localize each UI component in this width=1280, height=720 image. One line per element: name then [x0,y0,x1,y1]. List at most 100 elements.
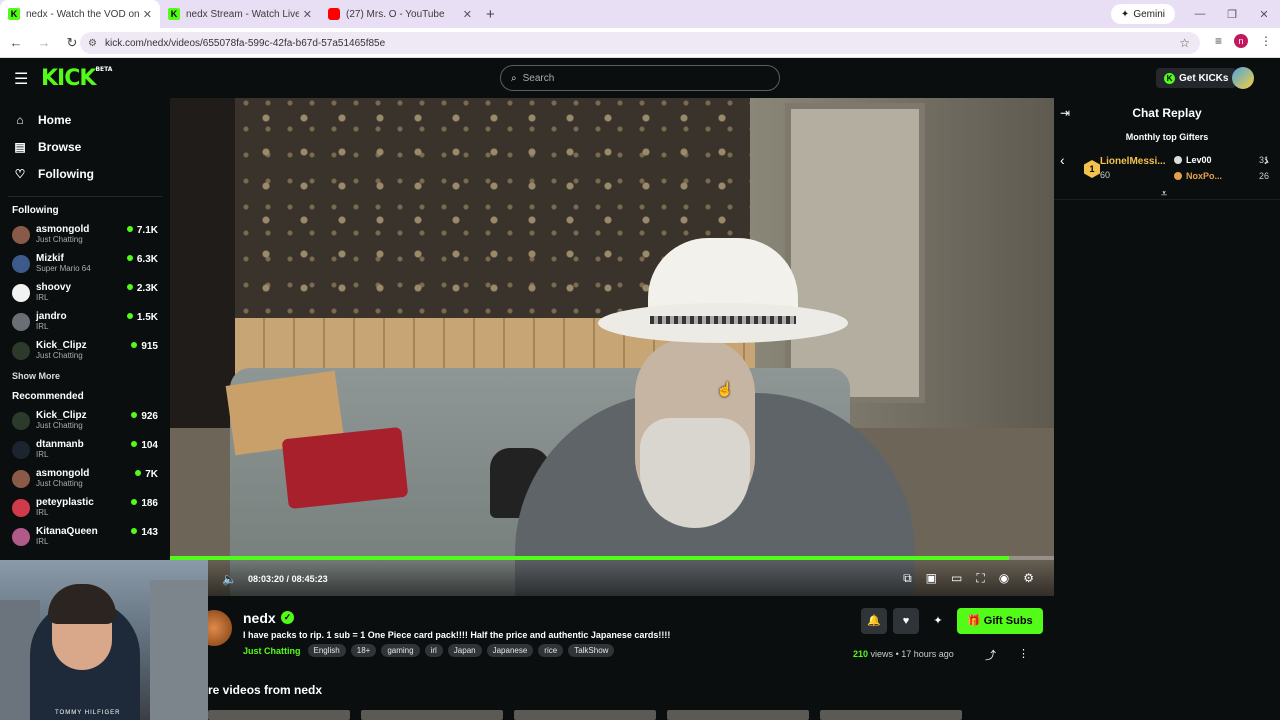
sidebar-nav-home[interactable]: ⌂ Home [0,106,170,133]
nav-label: Home [38,112,72,127]
forward-icon[interactable]: → [32,35,56,50]
close-icon[interactable]: ✕ [143,8,152,21]
sidebar-channel[interactable]: Kick_Clipz Just Chatting 915 [0,338,170,367]
logo-text: KICK [41,66,96,91]
video-thumbnail[interactable] [667,710,809,720]
close-window-icon[interactable]: ✕ [1248,8,1280,21]
sidebar-channel[interactable]: asmongold Just Chatting 7K [0,466,170,495]
channel-avatar [12,470,30,488]
channel-avatar [12,441,30,459]
gifter-name[interactable]: NoxPo... [1186,171,1222,181]
gemini-label: Gemini [1133,8,1165,20]
tag-pill[interactable]: Japan [447,644,482,657]
user-avatar[interactable] [1232,67,1254,89]
new-tab-button[interactable]: + [486,6,495,23]
channel-category: IRL [36,450,49,459]
minimize-icon[interactable]: — [1184,8,1216,20]
bookmark-star-icon[interactable]: ☆ [1179,36,1190,50]
close-icon[interactable]: ✕ [463,8,472,21]
tag-pill[interactable]: gaming [381,644,420,657]
sidebar-nav-browse[interactable]: ▤ Browse [0,133,170,160]
more-options-icon[interactable]: ⋮ [1018,647,1029,663]
sidebar-channel[interactable]: shoovy IRL 2.3K [0,280,170,309]
captions-icon[interactable]: ▭ [951,571,962,586]
views-info: 210 views • 17 hours ago [853,649,954,659]
viewer-count: 186 [131,498,158,509]
sidebar-channel[interactable]: Kick_Clipz Just Chatting 926 [0,408,170,437]
sidebar-channel[interactable]: asmongold Just Chatting 7.1K [0,222,170,251]
gift-subs-button[interactable]: 🎁 Gift Subs [957,608,1043,634]
channel-category: Just Chatting [36,421,83,430]
restore-icon[interactable]: ❐ [1216,8,1248,21]
autoplay-icon[interactable]: ◉ [999,571,1009,586]
video-player[interactable]: ☝ [170,98,1054,596]
recommended-section-title: Recommended [12,391,84,402]
tag-pill[interactable]: TalkShow [568,644,615,657]
sidebar-channel[interactable]: dtanmanb IRL 104 [0,437,170,466]
window-controls: — ❐ ✕ [1184,0,1280,28]
home-icon: ⌂ [16,112,24,127]
tag-pill[interactable]: Japanese [486,644,534,657]
site-info-icon[interactable]: ⚙ [88,38,97,49]
notification-bell-button[interactable]: 🔔 [861,608,887,634]
more-videos-thumbnails [208,710,962,720]
sparkle-button[interactable]: ✦ [925,608,951,634]
viewer-count: 7K [135,469,158,480]
menu-dots-icon[interactable]: ⋮ [1260,34,1272,48]
mini-player-icon[interactable]: ⧉ [903,571,912,586]
top-gifter-name[interactable]: LionelMessi... [1100,156,1166,167]
webcam-overlay: TOMMY HILFIGER [0,560,208,720]
media-control-icon[interactable]: ≡ [1215,34,1222,48]
video-thumbnail[interactable] [820,710,962,720]
tag-pill[interactable]: English [307,644,346,657]
tag-pill[interactable]: 18+ [350,644,377,657]
fullscreen-icon[interactable]: ⛶ [976,571,984,586]
sidebar-channel[interactable]: peteyplastic IRL 186 [0,495,170,524]
meta-actions: ⤴ ⋮ [985,647,1029,663]
video-thumbnail[interactable] [361,710,503,720]
sidebar-channel[interactable]: jandro IRL 1.5K [0,309,170,338]
settings-icon[interactable]: ⚙ [1023,571,1034,586]
browser-tab-1[interactable]: K nedx - Watch the VOD on Kick ✕ [0,0,160,28]
hamburger-menu-icon[interactable]: ☰ [14,69,28,89]
browser-tab-2[interactable]: K nedx Stream - Watch Live on K... ✕ [160,0,320,28]
tag-pill[interactable]: rice [538,644,564,657]
seek-bar[interactable] [170,556,1054,560]
back-icon[interactable]: ← [4,35,28,50]
search-input[interactable]: ⌕ Search [500,65,780,91]
tag-pill[interactable]: irl [424,644,443,657]
category-link[interactable]: Just Chatting [243,646,301,656]
show-more-button[interactable]: Show More [0,371,170,381]
profile-avatar[interactable]: n [1234,34,1248,48]
theater-icon[interactable]: ▣ [926,571,937,586]
video-thumbnail[interactable] [208,710,350,720]
gifter-badge-icon [1174,156,1182,164]
get-kicks-button[interactable]: K Get KICKs [1156,68,1237,88]
streamer-name[interactable]: nedx [243,610,276,626]
follow-heart-button[interactable]: ♥ [893,608,919,634]
sidebar-channel[interactable]: Mizkif Super Mario 64 6.3K [0,251,170,280]
channel-category: Just Chatting [36,479,83,488]
viewer-count: 104 [131,440,158,451]
gifter-name[interactable]: Lev00 [1186,155,1212,165]
gemini-button[interactable]: ✦ Gemini [1110,4,1175,24]
kick-logo[interactable]: KICKBETA [41,66,112,91]
close-icon[interactable]: ✕ [303,8,312,21]
video-thumbnail[interactable] [514,710,656,720]
sparkle-icon: ✦ [1120,8,1130,20]
share-icon[interactable]: ⤴ [985,647,996,663]
sidebar-channel[interactable]: KitanaQueen IRL 143 [0,524,170,553]
sidebar-nav-following[interactable]: ♡ Following [0,160,170,187]
video-age: 17 hours ago [901,649,954,659]
url-field[interactable]: ⚙ kick.com/nedx/videos/655078fa-599c-42f… [80,32,1200,54]
volume-icon[interactable]: 🔈 [222,572,237,586]
action-buttons: 🔔 ♥ ✦ 🎁 Gift Subs [861,608,1043,634]
viewer-count: 926 [131,411,158,422]
kicks-coin-icon: K [1164,72,1175,84]
video-scene-beard [640,418,750,528]
browser-tab-3[interactable]: (27) Mrs. O - YouTube ✕ [320,0,480,28]
seek-bar-fill [170,556,1009,560]
chevron-left-icon[interactable]: ‹ [1060,152,1065,168]
tab-title: nedx Stream - Watch Live on K... [186,8,299,20]
gifter-row: NoxPo... 26 [1174,171,1269,181]
